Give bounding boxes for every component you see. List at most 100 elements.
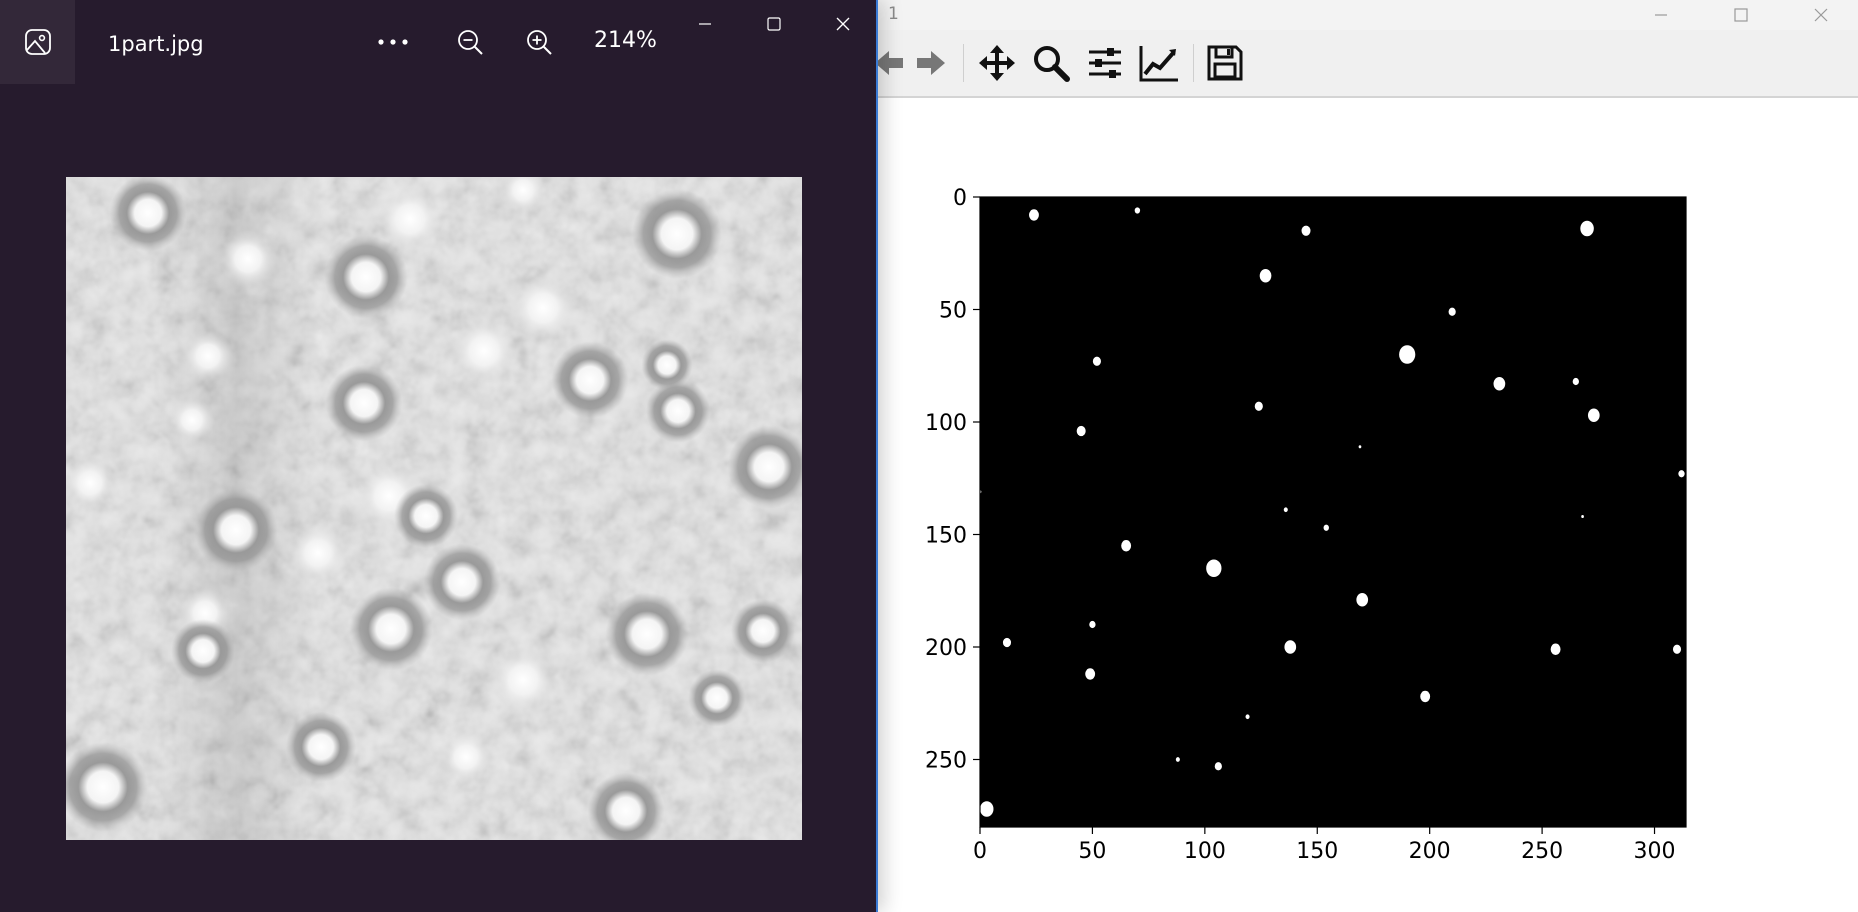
plot-canvas[interactable]: 0 50 100 150 200 250 300 0 50 100 150 200 250	[880, 100, 1858, 912]
data-blob	[1245, 714, 1250, 720]
zoom-level[interactable]: 214%	[594, 28, 657, 53]
photo-spot	[688, 669, 746, 727]
close-icon	[836, 17, 850, 31]
photo-spot	[452, 319, 516, 383]
data-blob	[1323, 524, 1329, 531]
photos-maximize-button[interactable]	[745, 6, 803, 42]
data-blob	[1678, 470, 1685, 478]
photo-spot	[551, 341, 629, 419]
pan-icon	[979, 45, 1015, 81]
photo-spot	[378, 187, 442, 251]
configure-subplots-button[interactable]	[1082, 40, 1128, 86]
photo-spot	[325, 364, 403, 442]
zoom-in-icon	[527, 30, 552, 55]
photo-spot	[605, 592, 689, 676]
image-axes	[980, 197, 1686, 827]
configure-subplots-icon	[1089, 48, 1121, 78]
y-tick-label: 250	[925, 749, 967, 774]
y-tick-label: 100	[925, 411, 967, 436]
data-blob	[1581, 514, 1584, 519]
photo-spot	[394, 484, 458, 548]
figure-close-button[interactable]	[1780, 0, 1858, 30]
data-blob	[1550, 643, 1561, 655]
photo-spot	[194, 488, 278, 572]
minimize-icon	[699, 23, 711, 25]
data-blob	[1399, 345, 1416, 364]
data-blob	[1254, 401, 1263, 411]
photos-titlebar: 1part.jpg 214%	[0, 0, 876, 84]
forward-button[interactable]	[908, 40, 954, 86]
photo-spot	[171, 619, 235, 683]
zoom-in-button[interactable]	[517, 20, 561, 64]
zoom-button[interactable]	[1028, 40, 1074, 86]
zoom-out-button[interactable]	[448, 20, 492, 64]
data-blob	[1206, 559, 1222, 578]
y-tick-label: 0	[953, 186, 967, 211]
file-name: 1part.jpg	[108, 32, 204, 56]
data-blob	[1672, 644, 1682, 654]
photo-spot	[423, 543, 501, 621]
data-blob	[1076, 425, 1086, 437]
y-tick-label: 50	[939, 299, 967, 324]
more-options-button[interactable]	[371, 20, 415, 64]
data-blob	[980, 801, 994, 817]
photos-app-button[interactable]	[0, 0, 75, 84]
figure-minimize-button[interactable]	[1620, 0, 1702, 30]
data-blob	[1029, 209, 1039, 221]
data-blob	[1356, 593, 1369, 607]
photo-spot	[440, 731, 492, 783]
data-blob	[1493, 377, 1506, 391]
data-blob	[1134, 207, 1141, 214]
photo-spot	[349, 587, 433, 671]
data-blob	[1420, 690, 1431, 703]
edit-axes-icon	[1139, 46, 1178, 82]
photo-spot	[169, 397, 215, 443]
x-tick-label: 150	[1296, 839, 1338, 864]
photo-spot	[731, 599, 795, 663]
microscopy-photo-image	[66, 177, 802, 840]
toolbar-separator	[963, 44, 964, 82]
data-blob	[1587, 408, 1600, 422]
x-tick-label: 250	[1521, 839, 1563, 864]
photos-minimize-button[interactable]	[676, 6, 734, 42]
microscopy-photo[interactable]	[66, 177, 802, 840]
photo-spot	[285, 711, 357, 783]
x-tick-label: 200	[1409, 839, 1451, 864]
photo-spot	[511, 276, 575, 340]
data-blob	[1580, 220, 1594, 237]
data-blob	[1283, 507, 1288, 513]
x-tick-label: 0	[973, 839, 987, 864]
data-blob	[1085, 668, 1096, 680]
data-blob	[1572, 377, 1579, 386]
photo-spot	[66, 457, 116, 509]
data-blob	[1259, 269, 1272, 283]
edit-axes-button[interactable]	[1136, 40, 1182, 86]
x-tick-label: 300	[1634, 839, 1676, 864]
figure-maximize-button[interactable]	[1700, 0, 1782, 30]
photos-close-button[interactable]	[814, 6, 872, 42]
toolbar-separator	[1193, 44, 1194, 82]
y-tick-label: 200	[925, 636, 967, 661]
save-button[interactable]	[1202, 40, 1248, 86]
photo-spot	[182, 330, 234, 382]
close-icon	[1814, 8, 1828, 22]
save-icon	[1207, 45, 1243, 81]
data-blob	[1002, 637, 1012, 648]
zoom-icon	[1034, 46, 1070, 82]
photo-spot	[491, 648, 555, 712]
data-blob	[1092, 356, 1101, 366]
y-tick-label: 150	[925, 524, 967, 549]
photos-app-icon	[24, 29, 51, 55]
maximize-icon	[1734, 8, 1748, 22]
data-blob	[1284, 640, 1297, 654]
figure-title: 1	[888, 4, 899, 24]
minimize-icon	[1655, 14, 1667, 16]
data-blob	[1121, 540, 1132, 552]
maximize-icon	[767, 17, 781, 31]
photo-spot	[632, 189, 722, 279]
photo-spot	[219, 230, 277, 288]
data-blob	[1089, 620, 1096, 629]
pan-button[interactable]	[974, 40, 1020, 86]
more-icon	[378, 39, 408, 45]
x-tick-label: 50	[1078, 839, 1106, 864]
